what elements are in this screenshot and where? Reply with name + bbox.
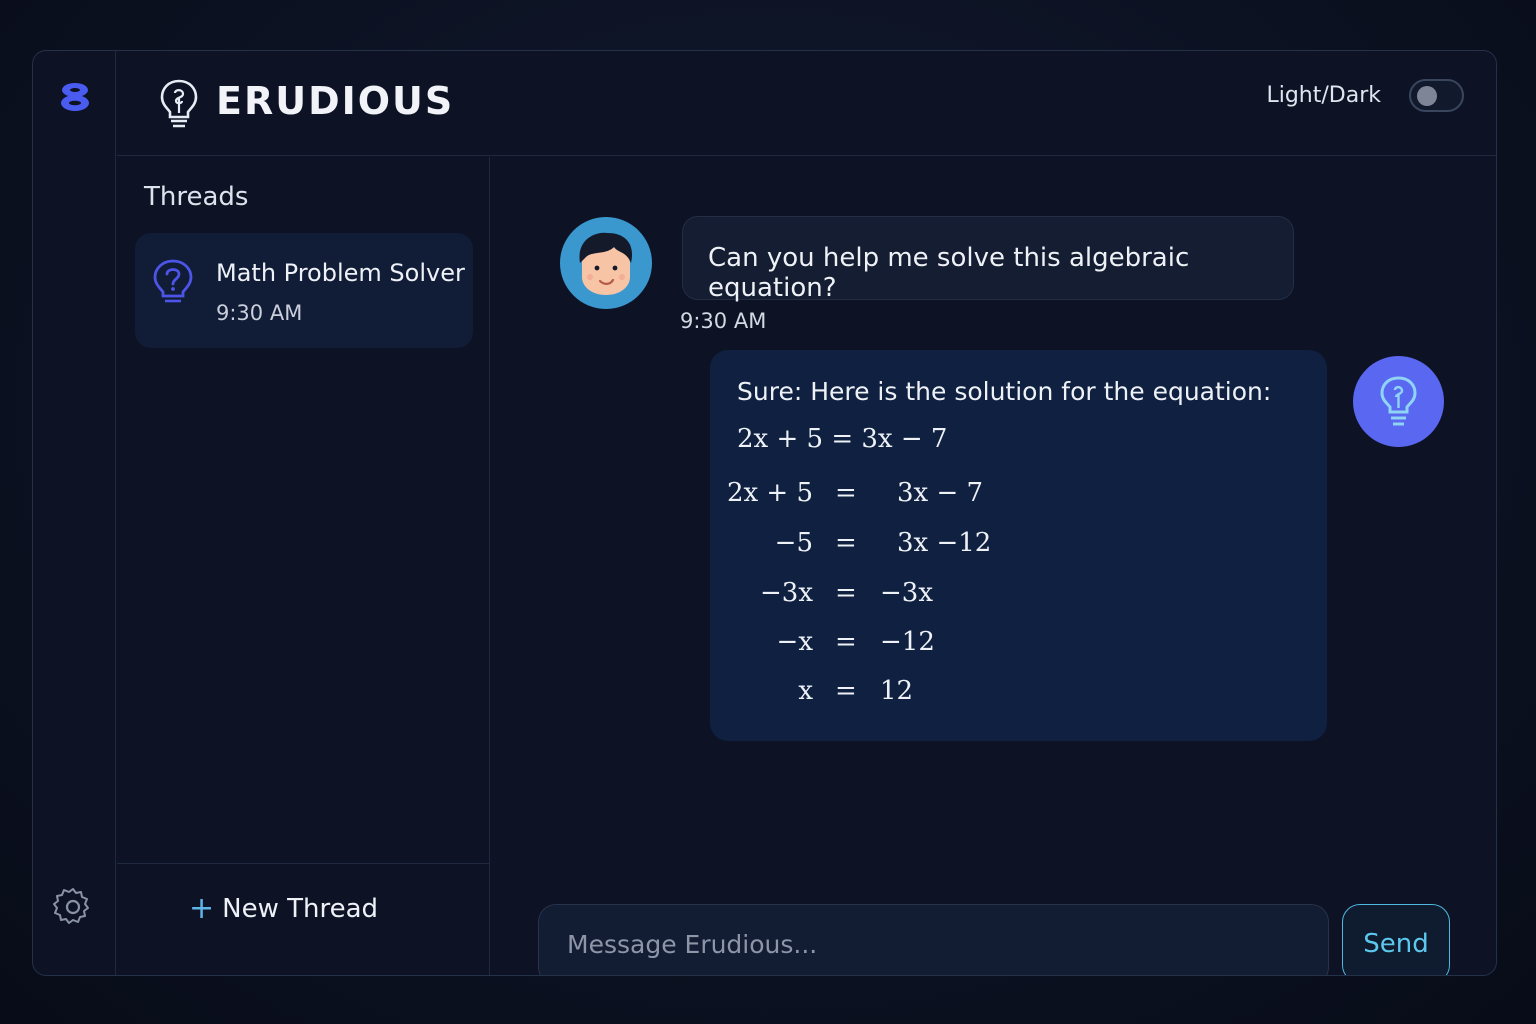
equation-step: −5 = 3x −12 xyxy=(710,528,1327,568)
toggle-knob xyxy=(1417,86,1437,106)
step-left: −3x xyxy=(760,578,813,608)
step-right: −12 xyxy=(880,627,935,657)
step-right: −3x xyxy=(880,578,933,608)
step-right: 3x −12 xyxy=(897,528,992,558)
brand-name: ERUDIOUS xyxy=(216,79,455,123)
step-sign: = xyxy=(835,627,857,657)
bot-message-bubble: Sure: Here is the solution for the equat… xyxy=(710,350,1327,741)
theme-toggle-label: Light/Dark xyxy=(1266,83,1381,108)
thread-item[interactable]: Math Problem Solver 9:30 AM xyxy=(135,233,473,348)
equation-step: −3x = −3x xyxy=(710,578,1327,618)
lightbulb-icon xyxy=(160,79,198,128)
bot-message-intro: Sure: Here is the solution for the equat… xyxy=(737,377,1272,406)
plus-icon: + xyxy=(189,891,215,926)
step-left: −5 xyxy=(774,528,813,558)
question-bulb-icon xyxy=(153,259,193,303)
thread-name: Math Problem Solver xyxy=(216,259,465,287)
gear-icon[interactable] xyxy=(53,887,93,927)
message-composer xyxy=(538,904,1329,975)
step-sign: = xyxy=(835,478,857,508)
equation: 2x + 5 = 3x − 7 xyxy=(737,424,948,454)
user-avatar xyxy=(560,217,652,309)
user-message-time: 9:30 AM xyxy=(680,309,767,333)
new-thread-button[interactable]: + New Thread xyxy=(189,891,379,926)
icon-rail xyxy=(33,51,116,975)
thread-time: 9:30 AM xyxy=(216,301,303,325)
threads-panel: Threads Math Problem Solver 9:30 AM + Ne… xyxy=(117,157,490,975)
step-left: −x xyxy=(776,627,813,657)
chat-area: Can you help me solve this algebraic equ… xyxy=(491,157,1496,975)
user-message-bubble: Can you help me solve this algebraic equ… xyxy=(682,216,1294,303)
equation-step: x = 12 xyxy=(710,676,1327,716)
message-input[interactable] xyxy=(539,905,1328,975)
user-message-text: Can you help me solve this algebraic equ… xyxy=(708,243,1190,303)
step-left: x xyxy=(798,676,813,706)
step-right: 3x − 7 xyxy=(897,478,984,508)
theme-toggle[interactable] xyxy=(1409,79,1464,112)
equation-step: 2x + 5 = 3x − 7 xyxy=(710,478,1327,518)
app-window: ERUDIOUS Light/Dark Threads Math Problem… xyxy=(32,50,1497,976)
threads-title: Threads xyxy=(144,182,249,212)
step-sign: = xyxy=(835,578,857,608)
step-sign: = xyxy=(835,676,857,706)
user-face-icon xyxy=(562,219,650,307)
step-left: 2x + 5 xyxy=(726,478,813,508)
step-right: 12 xyxy=(880,676,914,706)
send-button[interactable]: Send xyxy=(1342,904,1450,975)
new-thread-label: New Thread xyxy=(222,894,379,924)
equation-step: −x = −12 xyxy=(710,627,1327,667)
app-logo-icon[interactable] xyxy=(59,81,91,113)
step-sign: = xyxy=(835,528,857,558)
threads-footer: + New Thread xyxy=(117,863,489,975)
lightbulb-icon xyxy=(1380,376,1417,426)
app-header: ERUDIOUS Light/Dark xyxy=(117,51,1496,156)
bot-avatar xyxy=(1353,356,1444,447)
